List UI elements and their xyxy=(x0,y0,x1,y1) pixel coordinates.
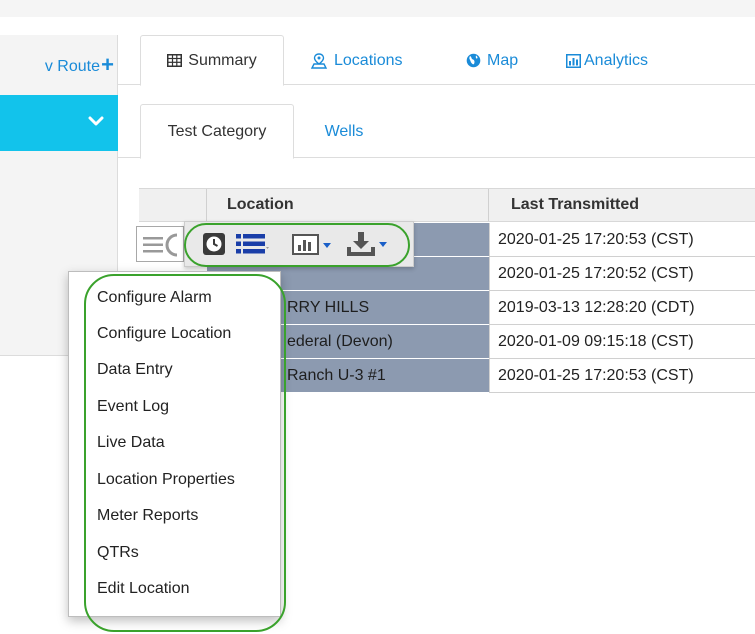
hamburger-icon xyxy=(143,233,178,257)
last-transmitted-cell: 2020-01-25 17:20:52 (CST) xyxy=(489,257,755,291)
tab-test-category-label: Test Category xyxy=(167,122,267,140)
list-view-button[interactable] xyxy=(235,222,269,266)
menu-item-meter-reports[interactable]: Meter Reports xyxy=(97,500,198,532)
column-header-last-transmitted[interactable]: Last Transmitted xyxy=(489,189,755,221)
menu-item-event-log[interactable]: Event Log xyxy=(97,391,169,423)
menu-item-configure-location[interactable]: Configure Location xyxy=(97,318,231,350)
tab-map[interactable]: Map xyxy=(466,35,518,86)
menu-item-edit-location[interactable]: Edit Location xyxy=(97,573,190,605)
chart-dropdown-button[interactable] xyxy=(291,222,337,266)
menu-item-configure-alarm[interactable]: Configure Alarm xyxy=(97,282,212,314)
column-header-location-label: Location xyxy=(227,196,294,213)
tab-locations[interactable]: Locations xyxy=(310,35,403,86)
tab-locations-label: Locations xyxy=(334,51,403,69)
table-icon xyxy=(167,54,183,67)
last-transmitted-cell: 2020-01-25 17:20:53 (CST) xyxy=(489,223,755,257)
new-route-label: v Route xyxy=(44,58,100,75)
history-button[interactable] xyxy=(201,222,227,266)
bar-chart-icon xyxy=(566,53,581,68)
main-tab-bar: Summary Locations Map Analytics xyxy=(118,35,755,86)
grid-header: Location Last Transmitted xyxy=(139,188,755,222)
new-route-button[interactable]: v Route + xyxy=(0,57,118,97)
list-icon xyxy=(236,234,269,254)
tab-test-category[interactable]: Test Category xyxy=(140,104,294,159)
sidebar-category-select[interactable] xyxy=(0,95,118,151)
plus-icon: + xyxy=(101,57,114,77)
tab-analytics-label: Analytics xyxy=(584,51,649,69)
top-bar xyxy=(0,0,755,17)
location-icon xyxy=(310,52,328,69)
chevron-down-icon xyxy=(88,116,104,126)
menu-item-location-properties[interactable]: Location Properties xyxy=(97,464,235,496)
menu-item-live-data[interactable]: Live Data xyxy=(97,427,165,459)
tab-map-label: Map xyxy=(487,51,519,69)
menu-item-qtrs[interactable]: QTRs xyxy=(97,537,139,569)
tab-summary-label: Summary xyxy=(188,51,257,69)
last-transmitted-cell: 2020-01-25 17:20:53 (CST) xyxy=(489,359,755,393)
history-icon xyxy=(203,233,225,255)
download-dropdown-button[interactable] xyxy=(345,222,393,266)
download-dropdown-icon xyxy=(347,232,387,256)
location-actions-menu: Configure Alarm Configure Location Data … xyxy=(68,271,281,617)
row-menu-button[interactable] xyxy=(136,226,184,262)
tab-wells[interactable]: Wells xyxy=(314,104,374,159)
menu-item-data-entry[interactable]: Data Entry xyxy=(97,354,173,386)
row-action-toolbar xyxy=(184,221,414,267)
tab-analytics[interactable]: Analytics xyxy=(566,35,648,86)
column-header-last-transmitted-label: Last Transmitted xyxy=(511,196,640,213)
last-transmitted-cell: 2020-01-09 09:15:18 (CST) xyxy=(489,325,755,359)
last-transmitted-cell: 2019-03-13 12:28:20 (CDT) xyxy=(489,291,755,325)
column-header-location[interactable]: Location xyxy=(207,189,489,221)
globe-icon xyxy=(466,53,481,68)
selection-column-header xyxy=(139,189,207,221)
tab-wells-label: Wells xyxy=(324,122,364,140)
chart-dropdown-icon xyxy=(292,234,331,255)
tab-summary[interactable]: Summary xyxy=(140,35,284,86)
category-tab-bar: Test Category Wells xyxy=(118,104,755,159)
